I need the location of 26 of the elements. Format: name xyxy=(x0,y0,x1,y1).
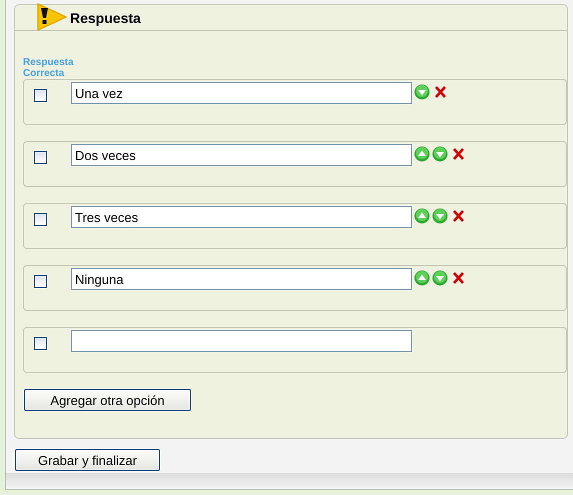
column-label: Respuesta Correcta xyxy=(23,57,75,79)
save-button[interactable]: Grabar y finalizar xyxy=(15,449,160,471)
move-down-icon[interactable] xyxy=(432,146,448,162)
move-up-icon[interactable] xyxy=(414,146,430,162)
delete-icon[interactable] xyxy=(453,148,464,160)
option-field[interactable] xyxy=(71,330,412,352)
move-down-icon[interactable] xyxy=(432,270,448,286)
warning-icon xyxy=(35,2,67,30)
option-field[interactable]: Ninguna xyxy=(71,268,412,290)
move-up-icon[interactable] xyxy=(414,270,430,286)
move-down-icon[interactable] xyxy=(414,84,430,100)
checkbox[interactable] xyxy=(34,89,47,102)
option-field[interactable]: Una vez xyxy=(71,82,412,104)
section-title: Respuesta xyxy=(70,10,141,26)
checkbox[interactable] xyxy=(34,213,47,226)
option-field[interactable]: Tres veces xyxy=(71,206,412,228)
delete-icon[interactable] xyxy=(435,86,446,98)
checkbox[interactable] xyxy=(34,151,47,164)
add-option-button[interactable]: Agregar otra opción xyxy=(24,389,191,411)
move-down-icon[interactable] xyxy=(432,208,448,224)
move-up-icon[interactable] xyxy=(414,208,430,224)
delete-icon[interactable] xyxy=(453,272,464,284)
checkbox[interactable] xyxy=(34,337,47,350)
delete-icon[interactable] xyxy=(453,210,464,222)
option-field[interactable]: Dos veces xyxy=(71,144,412,166)
checkbox[interactable] xyxy=(34,275,47,288)
